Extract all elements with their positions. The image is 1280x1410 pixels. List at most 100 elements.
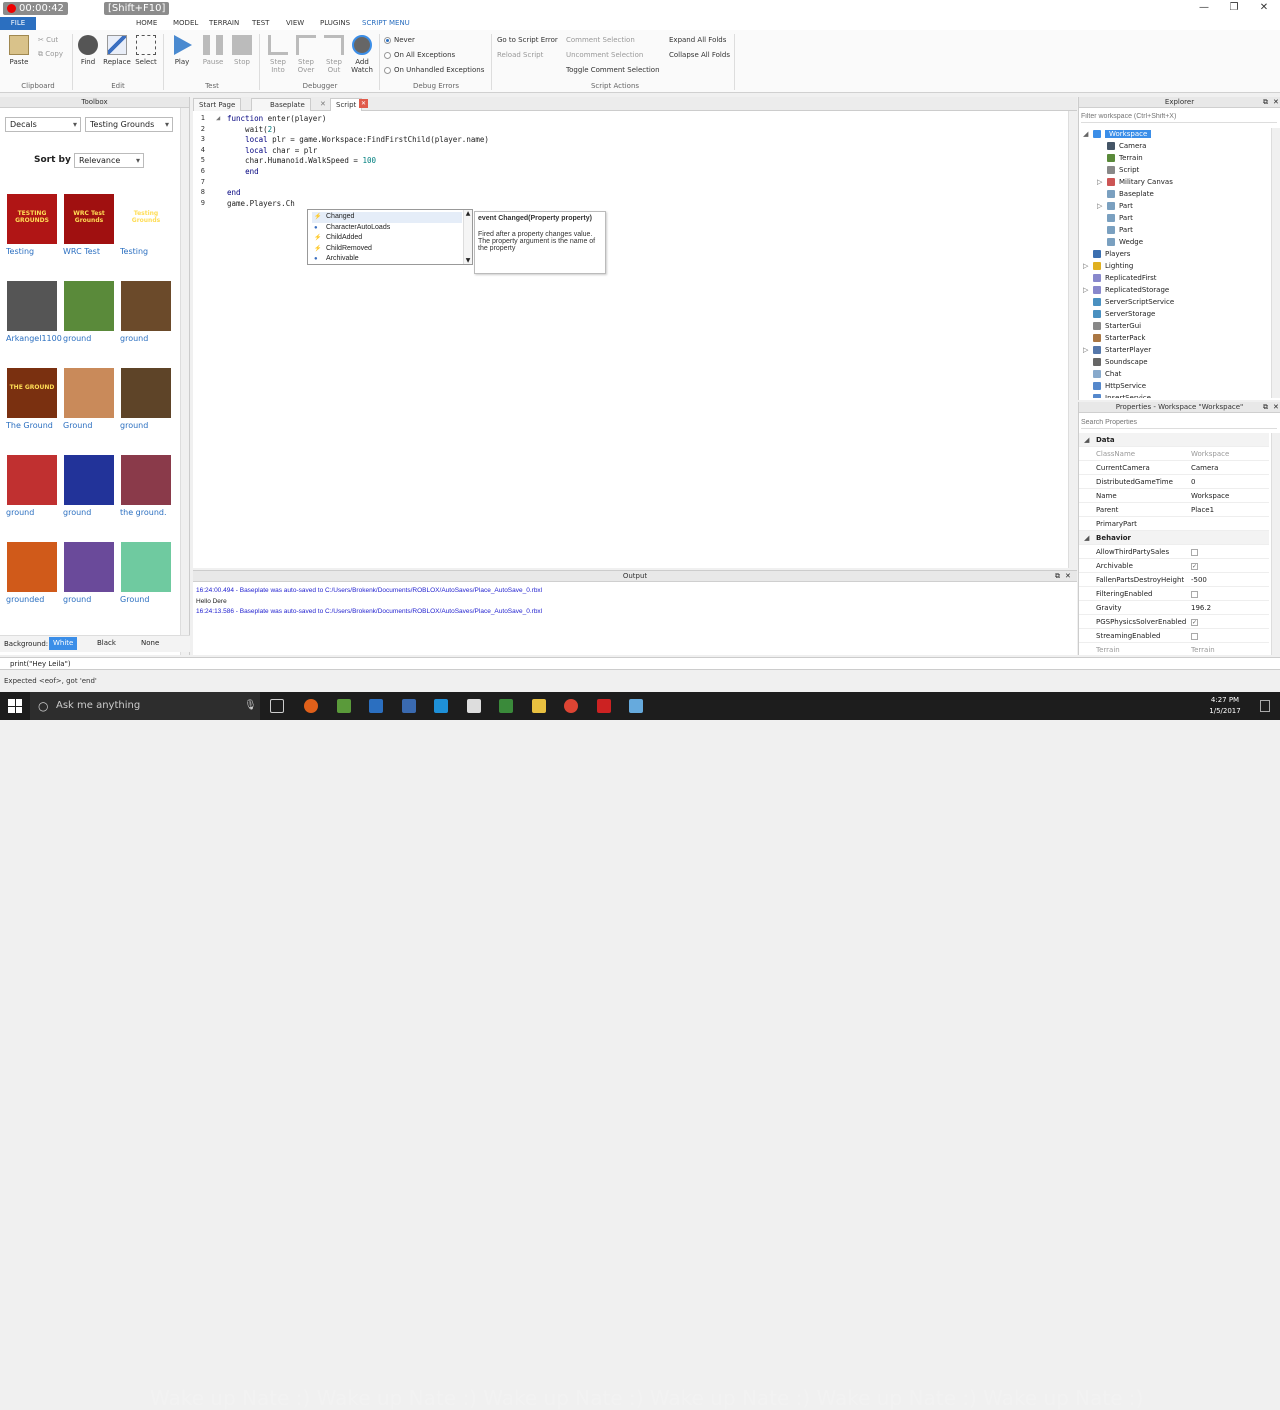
toolbox-tile-label[interactable]: ground	[120, 421, 176, 430]
tab-baseplate[interactable]: Baseplate	[251, 98, 311, 111]
play-button[interactable]: Play	[167, 33, 197, 66]
tab-terrain[interactable]: TERRAIN	[207, 17, 241, 30]
tab-script-menu[interactable]: SCRIPT MENU	[360, 17, 412, 30]
properties-search-input[interactable]	[1081, 417, 1277, 429]
explorer-item[interactable]: Script	[1097, 164, 1139, 176]
minecraft-icon[interactable]	[337, 699, 351, 713]
background-none-button[interactable]: None	[141, 639, 159, 647]
toolbox-tile-label[interactable]: Ground	[63, 421, 119, 430]
reload-script-button[interactable]: Reload Script	[497, 51, 543, 59]
property-value[interactable]	[1191, 587, 1198, 601]
chrome-icon[interactable]	[564, 699, 578, 713]
toolbox-tile-label[interactable]: WRC Test	[63, 247, 119, 256]
select-button[interactable]: Select	[131, 33, 161, 66]
toggle-comment-button[interactable]: Toggle Comment Selection	[566, 66, 660, 74]
background-black-button[interactable]: Black	[97, 639, 116, 647]
checkbox[interactable]	[1191, 590, 1198, 598]
comment-selection-button[interactable]: Comment Selection	[566, 36, 635, 44]
toolbox-tile[interactable]	[121, 455, 171, 505]
property-value[interactable]: 196.2	[1191, 601, 1211, 615]
paste-button[interactable]: Paste	[4, 33, 34, 66]
property-row[interactable]: Name Workspace	[1079, 489, 1269, 503]
toolbox-tile-label[interactable]: Ground	[120, 595, 176, 604]
toolbox-tile[interactable]	[7, 455, 57, 505]
close-icon[interactable]: ✕	[1250, 0, 1278, 15]
stop-button[interactable]: Stop	[227, 33, 257, 66]
command-bar[interactable]: print("Hey Leila")	[0, 657, 1280, 670]
pause-button[interactable]: Pause	[198, 33, 228, 66]
roblox-studio-icon[interactable]	[597, 699, 611, 713]
explorer-item[interactable]: Baseplate	[1097, 188, 1154, 200]
dock-icon[interactable]: ⧉	[1263, 403, 1268, 412]
dock-icon[interactable]: ⧉	[1055, 572, 1060, 581]
toolbox-search-input[interactable]: Testing Grounds	[85, 117, 173, 132]
toolbox-scrollbar[interactable]	[180, 108, 189, 655]
step-into-button[interactable]: Step Into	[263, 33, 293, 74]
add-watch-button[interactable]: Add Watch	[347, 33, 377, 74]
autocomplete-item[interactable]: ● Archivable	[312, 254, 462, 265]
explorer-item[interactable]: Soundscape	[1083, 356, 1148, 368]
tab-model[interactable]: MODEL	[171, 17, 200, 30]
app-icon[interactable]	[402, 699, 416, 713]
property-category[interactable]: ◢ Behavior	[1079, 531, 1269, 545]
explorer-scrollbar[interactable]	[1271, 128, 1280, 398]
expand-arrow-icon[interactable]: ◢	[1083, 128, 1093, 140]
explorer-item[interactable]: Part	[1097, 212, 1133, 224]
code-line[interactable]: local plr = game.Workspace:FindFirstChil…	[227, 135, 489, 144]
edge-icon[interactable]	[369, 699, 383, 713]
property-value[interactable]: Place1	[1191, 503, 1214, 517]
toolbox-tile[interactable]: Testing Grounds	[121, 194, 171, 244]
toolbox-tile[interactable]	[64, 368, 114, 418]
explorer-item[interactable]: Wedge	[1097, 236, 1143, 248]
editor-scrollbar[interactable]	[1068, 111, 1077, 568]
background-white-button[interactable]: White	[49, 637, 78, 650]
checkbox[interactable]	[1191, 548, 1198, 556]
explorer-item[interactable]: ▷ StarterPlayer	[1083, 344, 1151, 356]
dock-icon[interactable]: ⧉	[1263, 98, 1268, 107]
tab-view[interactable]: VIEW	[284, 17, 306, 30]
toolbox-tile[interactable]: THE GROUND	[7, 368, 57, 418]
toolbox-tile[interactable]	[64, 455, 114, 505]
property-row[interactable]: AllowThirdPartySales	[1079, 545, 1269, 559]
tab-test[interactable]: TEST	[250, 17, 271, 30]
explorer-item[interactable]: StarterGui	[1083, 320, 1141, 332]
explorer-item[interactable]: Chat	[1083, 368, 1121, 380]
explorer-item[interactable]: ▷ Part	[1097, 200, 1133, 212]
windows-start-icon[interactable]	[8, 699, 22, 713]
checkbox[interactable]	[1191, 632, 1198, 640]
property-row[interactable]: FilteringEnabled	[1079, 587, 1269, 601]
go-to-script-error-button[interactable]: Go to Script Error	[497, 36, 558, 44]
property-row[interactable]: Terrain Terrain	[1079, 643, 1269, 655]
maximize-icon[interactable]: ❐	[1220, 0, 1248, 15]
property-row[interactable]: Archivable ✓	[1079, 559, 1269, 573]
close-tab-icon[interactable]: ✕	[320, 100, 326, 108]
toolbox-tile-label[interactable]: ground	[63, 334, 119, 343]
expand-arrow-icon[interactable]: ▷	[1083, 260, 1093, 272]
collapse-arrow-icon[interactable]: ◢	[1084, 433, 1089, 447]
property-value[interactable]: Camera	[1191, 461, 1218, 475]
app-icon[interactable]	[629, 699, 643, 713]
close-icon[interactable]: ✕	[1273, 98, 1279, 106]
replace-button[interactable]: Replace	[102, 33, 132, 66]
toolbox-tile[interactable]	[7, 542, 57, 592]
toolbox-tile-label[interactable]: ground	[120, 334, 176, 343]
step-over-button[interactable]: Step Over	[291, 33, 321, 74]
minimize-icon[interactable]: —	[1190, 0, 1218, 15]
explorer-item[interactable]: ▷ ReplicatedStorage	[1083, 284, 1169, 296]
toolbox-tile-label[interactable]: Testing	[120, 247, 176, 256]
explorer-item[interactable]: HttpService	[1083, 380, 1146, 392]
property-row[interactable]: Parent Place1	[1079, 503, 1269, 517]
property-value[interactable]: Workspace	[1191, 447, 1229, 461]
property-row[interactable]: StreamingEnabled	[1079, 629, 1269, 643]
skype-icon[interactable]	[434, 699, 448, 713]
autocomplete-item[interactable]: ● CharacterAutoLoads	[312, 223, 462, 234]
property-value[interactable]	[1191, 545, 1198, 559]
property-row[interactable]: FallenPartsDestroyHeight -500	[1079, 573, 1269, 587]
taskbar-search[interactable]: ○ Ask me anything 🎙	[30, 692, 260, 720]
properties-scrollbar[interactable]	[1271, 433, 1280, 655]
toolbox-tile[interactable]	[121, 542, 171, 592]
tab-plugins[interactable]: PLUGINS	[318, 17, 352, 30]
toolbox-tile-label[interactable]: Arkangel1100	[6, 334, 62, 343]
copy-button[interactable]: ⧉ Copy	[38, 50, 63, 59]
expand-arrow-icon[interactable]: ▷	[1083, 344, 1093, 356]
